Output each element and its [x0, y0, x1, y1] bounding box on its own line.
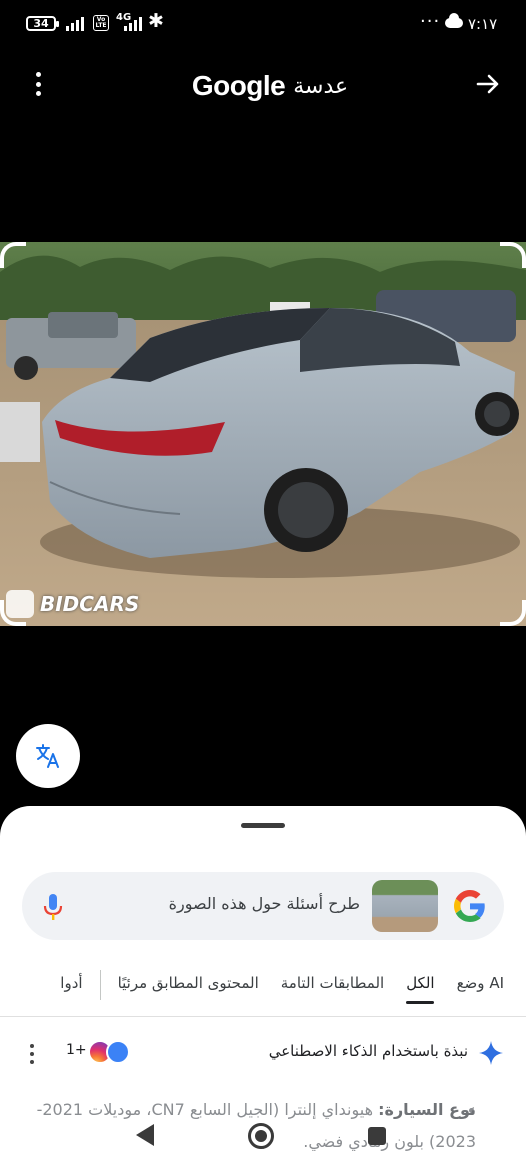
tab-ai-mode[interactable]: وضع AI [446, 964, 526, 1006]
arrow-forward-icon[interactable] [474, 70, 502, 98]
navigation-bar [0, 1112, 526, 1169]
crop-corner-top-left[interactable] [0, 242, 26, 268]
tab-visual-matches[interactable]: المحتوى المطابق مرئيًا [107, 964, 270, 1006]
back-icon[interactable] [136, 1124, 154, 1146]
ai-overview-header[interactable]: نبذة باستخدام الذكاء الاصطناعي 1+ [0, 1032, 526, 1072]
battery-icon: 34 [26, 16, 59, 31]
recents-icon[interactable] [368, 1127, 386, 1145]
menu-icon[interactable] [34, 72, 42, 96]
status-bar: 34 Vo LTE 4G ✱ ··· ٧:١٧ [0, 0, 526, 48]
cloud-icon [445, 13, 463, 28]
tabs-divider [0, 1016, 526, 1017]
car-photo [0, 242, 526, 626]
tab-tools[interactable]: أدوا [49, 964, 93, 1006]
home-icon[interactable] [248, 1123, 274, 1149]
watermark-text: BIDCARS [40, 592, 140, 616]
page-title: Google عدسة [140, 68, 400, 104]
signal-icon [66, 16, 84, 31]
result-tabs: وضع AI الكل المطابقات التامة المحتوى الم… [0, 964, 526, 1006]
search-input[interactable]: طرح أسئلة حول هذه الصورة [169, 894, 360, 913]
tab-all[interactable]: الكل [395, 964, 445, 1006]
signal-icon-2 [124, 16, 142, 31]
google-brand: Google [191, 70, 286, 101]
translate-button[interactable] [16, 724, 80, 788]
more-vert-icon[interactable] [30, 1044, 36, 1064]
searched-image[interactable] [0, 242, 526, 626]
sources-count: 1+ [66, 1042, 87, 1058]
status-time: ٧:١٧ [468, 15, 498, 33]
sheet-drag-handle[interactable] [241, 823, 285, 828]
battery-level: 34 [33, 17, 49, 30]
notification-dots: ··· [420, 11, 441, 32]
tab-divider [99, 970, 101, 1000]
volte-badge: Vo LTE [93, 15, 109, 31]
search-bar[interactable]: طرح أسئلة حول هذه الصورة [22, 872, 504, 940]
google-logo-icon [454, 890, 485, 922]
translate-icon [36, 744, 59, 768]
ai-overview-label: نبذة باستخدام الذكاء الاصطناعي [268, 1042, 468, 1060]
lens-title: عدسة [293, 73, 349, 99]
bluetooth-icon: ✱ [148, 10, 164, 32]
tab-exact-matches[interactable]: المطابقات التامة [270, 964, 395, 1006]
sparkle-icon [479, 1041, 503, 1065]
source-favicon-icon [106, 1040, 130, 1064]
mic-icon[interactable] [42, 892, 64, 922]
source-icons[interactable] [88, 1040, 134, 1064]
image-thumbnail[interactable] [372, 880, 438, 932]
